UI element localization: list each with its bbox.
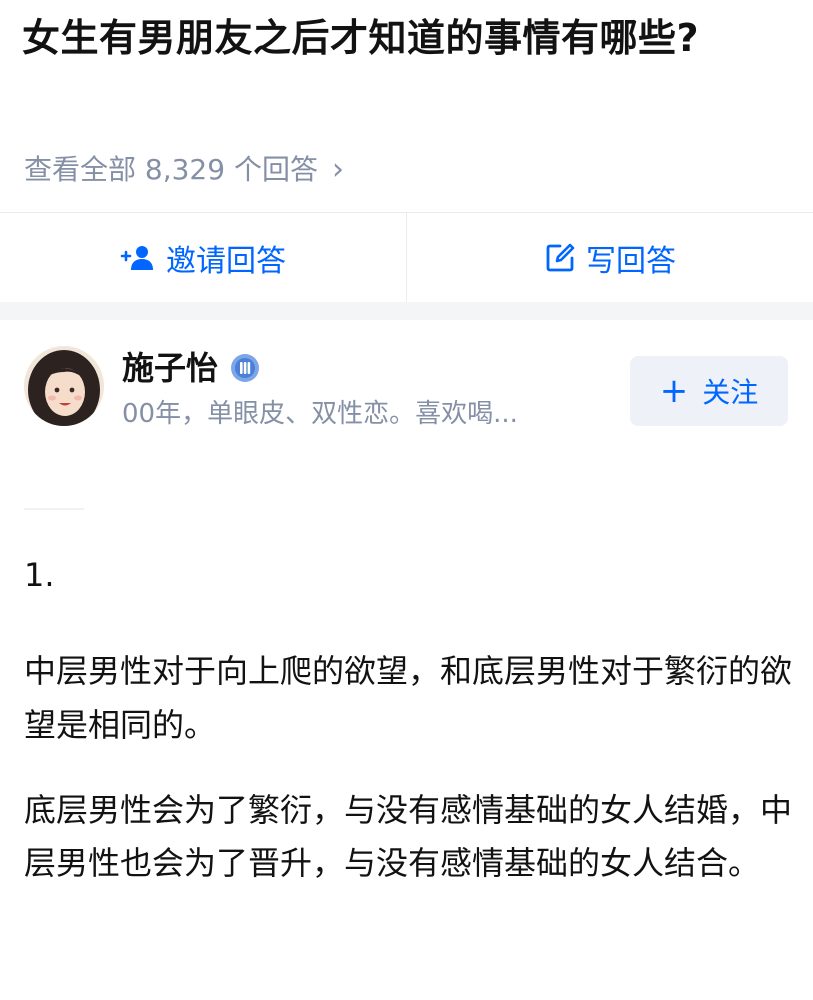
author-name-group: 施子怡	[122, 346, 260, 390]
write-answer-button[interactable]: 写回答	[406, 213, 813, 303]
write-answer-label: 写回答	[586, 244, 676, 279]
author-name[interactable]: 施子怡	[122, 346, 218, 390]
edit-icon	[544, 242, 576, 274]
view-all-answers-link[interactable]: 查看全部 8,329 个回答 ›	[24, 146, 344, 194]
section-separator	[0, 302, 813, 320]
answer-page: 女生有男朋友之后才知道的事情有哪些? 查看全部 8,329 个回答 › 邀请回答	[0, 0, 813, 1000]
follow-label: 关注	[702, 376, 759, 409]
plus-icon: +	[659, 371, 689, 411]
verified-badge-icon	[230, 353, 260, 383]
author-card: 施子怡 00年，单眼皮、双性恋。喜欢喝... + 关注	[0, 340, 813, 440]
action-bar: 邀请回答 写回答	[0, 212, 813, 303]
answer-content: 1. 中层男性对于向上爬的欲望，和底层男性对于繁衍的欲望是相同的。 底层男性会为…	[24, 548, 794, 890]
question-title[interactable]: 女生有男朋友之后才知道的事情有哪些?	[22, 6, 762, 70]
chevron-right-icon: ›	[331, 152, 344, 187]
content-divider	[24, 508, 84, 510]
view-all-label: 查看全部 8,329 个回答	[24, 153, 318, 186]
avatar[interactable]	[24, 346, 104, 426]
author-bio: 00年，单眼皮、双性恋。喜欢喝...	[122, 399, 518, 429]
answer-paragraph-1: 中层男性对于向上爬的欲望，和底层男性对于繁衍的欲望是相同的。	[24, 652, 793, 744]
answer-section-number: 1.	[24, 556, 55, 594]
add-user-icon	[120, 244, 156, 272]
follow-button[interactable]: + 关注	[630, 356, 788, 426]
invite-answer-button[interactable]: 邀请回答	[0, 213, 406, 303]
invite-answer-label: 邀请回答	[166, 244, 286, 279]
answer-paragraph-2: 底层男性会为了繁衍，与没有感情基础的女人结婚，中层男性也会为了晋升，与没有感情基…	[24, 791, 793, 882]
